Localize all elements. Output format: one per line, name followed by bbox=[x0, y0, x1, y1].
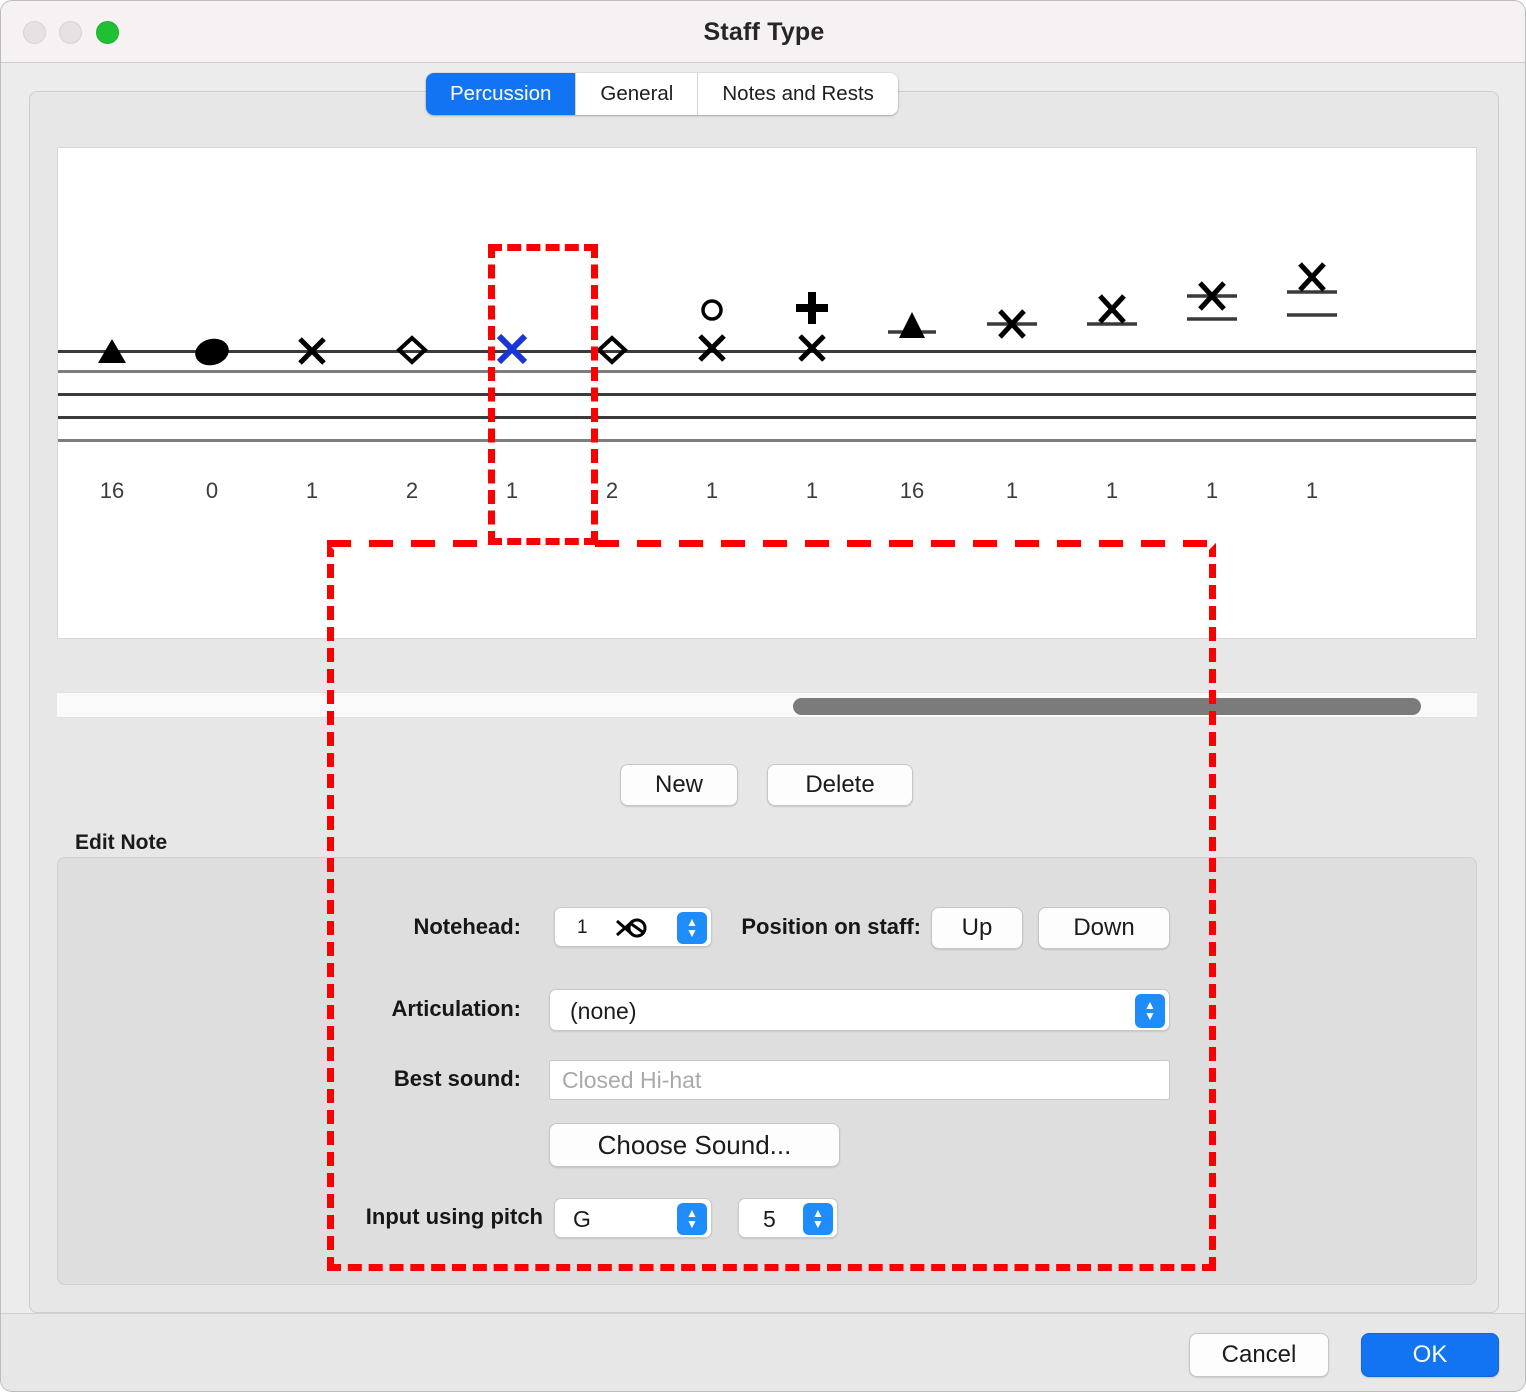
pitch-note-select[interactable]: G ▲ ▼ bbox=[554, 1198, 712, 1238]
tab-percussion[interactable]: Percussion bbox=[426, 73, 576, 115]
notehead-number-3: 2 bbox=[405, 478, 419, 503]
horizontal-scrollbar-track[interactable] bbox=[57, 692, 1477, 718]
cancel-button[interactable]: Cancel bbox=[1189, 1333, 1329, 1377]
annotation-box-edit-note-top-edge bbox=[327, 540, 1216, 547]
notehead-value: 1 bbox=[577, 917, 588, 938]
pitch-note-value: G bbox=[573, 1206, 591, 1232]
notehead-number-1: 0 bbox=[205, 478, 219, 503]
x-notehead-selected-icon bbox=[482, 331, 542, 368]
notehead-number-6: 1 bbox=[705, 478, 719, 503]
notehead-number-2: 1 bbox=[305, 478, 319, 503]
x-notehead-with-plus-icon bbox=[782, 290, 842, 369]
notehead-number-7: 1 bbox=[805, 478, 819, 503]
pitch-octave-value: 5 bbox=[763, 1206, 776, 1232]
tab-general[interactable]: General bbox=[575, 73, 698, 115]
new-button[interactable]: New bbox=[620, 764, 738, 806]
chevron-down-icon: ▼ bbox=[686, 1217, 698, 1231]
filled-triangle-icon bbox=[82, 336, 142, 372]
notehead-label: Notehead: bbox=[413, 914, 521, 939]
tab-notes-and-rests[interactable]: Notes and Rests bbox=[697, 73, 898, 115]
ok-button[interactable]: OK bbox=[1361, 1333, 1499, 1377]
staff-line-3 bbox=[58, 393, 1476, 396]
position-on-staff-label: Position on staff: bbox=[741, 914, 921, 939]
articulation-value: (none) bbox=[570, 998, 637, 1024]
diamond-notehead-icon bbox=[382, 334, 442, 369]
title-bar: Staff Type bbox=[1, 1, 1525, 63]
notehead-number-row: 16 0 1 2 1 2 1 1 16 1 1 1 1 bbox=[58, 478, 1476, 508]
input-using-pitch-label: Input using pitch bbox=[365, 1204, 543, 1229]
diamond-notehead-icon bbox=[582, 334, 642, 369]
pitch-octave-select[interactable]: 5 ▲ ▼ bbox=[738, 1198, 838, 1238]
filled-triangle-ledger-icon bbox=[882, 300, 942, 347]
x-notehead-two-ledgers-icon bbox=[1282, 252, 1342, 335]
chevron-down-icon: ▼ bbox=[1144, 1009, 1156, 1023]
staff-line-1 bbox=[58, 350, 1476, 353]
x-notehead-two-ledgers-icon bbox=[1182, 266, 1242, 341]
x-notehead-icon bbox=[282, 333, 342, 370]
x-notehead-with-circle-icon bbox=[682, 296, 742, 369]
pitch-octave-stepper[interactable]: ▲ ▼ bbox=[803, 1203, 833, 1235]
x-notehead-ledger-icon bbox=[982, 294, 1042, 347]
best-sound-label: Best sound: bbox=[393, 1066, 521, 1091]
notehead-number-8: 16 bbox=[899, 478, 925, 503]
notehead-number-9: 1 bbox=[1005, 478, 1019, 503]
position-down-button[interactable]: Down bbox=[1038, 907, 1170, 949]
notehead-number-5: 2 bbox=[605, 478, 619, 503]
choose-sound-button[interactable]: Choose Sound... bbox=[549, 1123, 840, 1167]
staff-line-4 bbox=[58, 416, 1476, 419]
notehead-number-4: 1 bbox=[505, 478, 519, 503]
staff-line-5 bbox=[58, 439, 1476, 442]
notehead-number-0: 16 bbox=[99, 478, 125, 503]
pitch-note-stepper[interactable]: ▲ ▼ bbox=[677, 1203, 707, 1235]
articulation-label: Articulation: bbox=[391, 996, 521, 1021]
articulation-select[interactable]: (none) ▲ ▼ bbox=[549, 989, 1170, 1031]
horizontal-scrollbar-thumb[interactable] bbox=[793, 698, 1421, 715]
notehead-number-10: 1 bbox=[1105, 478, 1119, 503]
notehead-number-12: 1 bbox=[1305, 478, 1319, 503]
staff-preview[interactable]: 16 0 1 2 1 2 1 1 16 1 1 1 1 bbox=[57, 147, 1477, 639]
window-title: Staff Type bbox=[703, 18, 825, 46]
chevron-down-icon: ▼ bbox=[812, 1217, 824, 1231]
articulation-stepper[interactable]: ▲ ▼ bbox=[1135, 994, 1165, 1028]
staff-line-2 bbox=[58, 370, 1476, 373]
delete-button[interactable]: Delete bbox=[767, 764, 913, 806]
tab-bar: Percussion General Notes and Rests bbox=[426, 73, 898, 115]
filled-oval-notehead-icon bbox=[182, 333, 242, 370]
best-sound-input[interactable]: Closed Hi-hat bbox=[549, 1060, 1170, 1100]
notehead-number-11: 1 bbox=[1205, 478, 1219, 503]
edit-note-group-label: Edit Note bbox=[75, 831, 168, 854]
best-sound-placeholder: Closed Hi-hat bbox=[562, 1066, 702, 1093]
staff-type-dialog: Staff Type Percussion General Notes and … bbox=[0, 0, 1526, 1392]
position-up-button[interactable]: Up bbox=[931, 907, 1023, 949]
x-notehead-ledger-icon bbox=[1082, 280, 1142, 339]
